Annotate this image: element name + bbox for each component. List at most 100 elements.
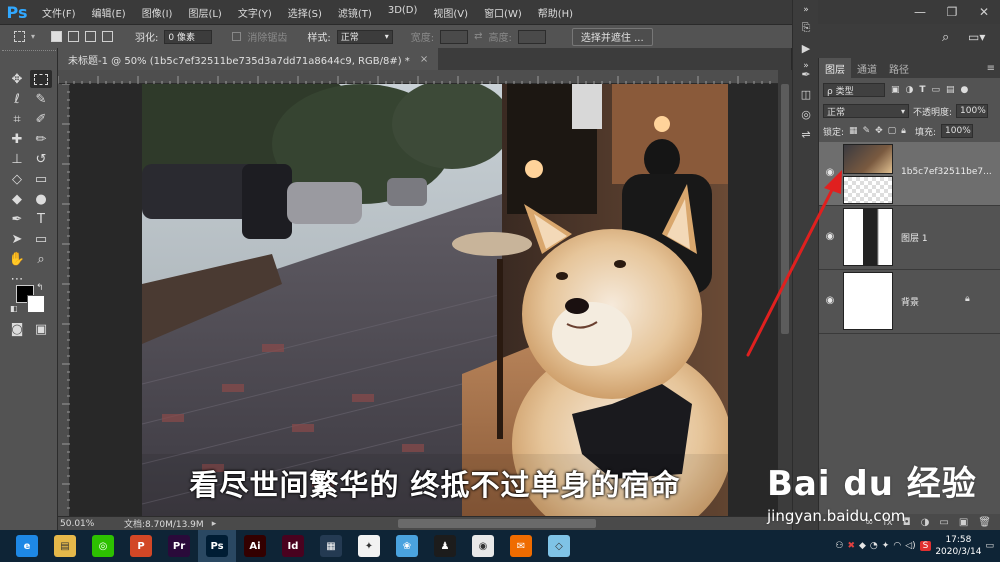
menu-item[interactable]: 滤镜(T) <box>330 5 380 20</box>
marquee-preset-icon[interactable] <box>14 31 25 42</box>
pen-tool-icon[interactable]: ✒ <box>6 210 28 228</box>
paths-settings-icon[interactable]: ⇌ <box>798 126 814 142</box>
close-button[interactable]: ✕ <box>968 0 1000 24</box>
search-icon[interactable]: ⌕ <box>942 30 949 45</box>
eraser-tool-icon[interactable]: ◇ <box>6 170 28 188</box>
taskbar-app-illustrator[interactable]: Ai <box>236 530 274 562</box>
menu-item[interactable]: 图像(I) <box>134 5 181 20</box>
tab-channels[interactable]: 通道 <box>851 58 883 78</box>
taskbar-app-qq[interactable]: ♟ <box>426 530 464 562</box>
panel-menu-icon[interactable]: ≡ <box>987 58 1000 78</box>
fill-input[interactable]: 100% <box>941 124 974 138</box>
shape-filter-icon[interactable]: ▭ <box>932 85 941 95</box>
taskbar-app-foxmail[interactable]: ✉ <box>502 530 540 562</box>
dodge-tool-icon[interactable]: ● <box>30 190 52 208</box>
people-icon[interactable]: ⚇ <box>835 541 843 551</box>
menu-item[interactable]: 编辑(E) <box>84 5 134 20</box>
menu-item[interactable]: 3D(D) <box>380 5 426 20</box>
minimize-button[interactable]: — <box>904 0 936 24</box>
new-adjustment-icon[interactable]: ◑ <box>921 517 930 528</box>
marquee-tool-icon[interactable] <box>30 70 52 88</box>
close-tab-icon[interactable]: × <box>420 54 428 65</box>
brush-tool-icon[interactable]: ✏ <box>30 130 52 148</box>
history-panel-icon[interactable]: ⎘ <box>798 20 814 36</box>
height-input[interactable] <box>517 29 546 44</box>
taskbar-app-app-bird[interactable]: ❀ <box>388 530 426 562</box>
filter-toggle-icon[interactable]: ● <box>961 85 969 95</box>
styles-panel-icon[interactable]: ◎ <box>798 106 814 122</box>
eyedropper-tool-icon[interactable]: ✐ <box>30 110 52 128</box>
style-select[interactable]: 正常 ▾ <box>336 29 393 44</box>
delete-layer-icon[interactable]: 🗑︎ <box>978 517 991 528</box>
menu-item[interactable]: 视图(V) <box>425 5 476 20</box>
chevron-down-icon[interactable]: ▾ <box>31 32 35 41</box>
taskbar-app-chrome[interactable]: ◉ <box>464 530 502 562</box>
menu-item[interactable]: 图层(L) <box>180 5 229 20</box>
link-layers-icon[interactable]: ∞ <box>865 517 873 528</box>
adjustments-panel-icon[interactable]: ✒ <box>798 66 814 82</box>
subtract-selection-icon[interactable] <box>85 31 97 42</box>
smart-object-filter-icon[interactable]: ▤ <box>946 85 955 95</box>
toolbar-grip[interactable] <box>2 50 56 54</box>
gradient-tool-icon[interactable]: ▭ <box>30 170 52 188</box>
workspace-icon[interactable]: ▭▾ <box>968 30 985 44</box>
lasso-tool-icon[interactable]: ℓ <box>6 90 28 108</box>
input-method-icon[interactable]: S <box>919 541 932 551</box>
lock-all-icon[interactable]: 🔒︎ <box>901 126 906 136</box>
quick-mask-icon[interactable]: ◙ <box>6 320 28 338</box>
zoom-level[interactable]: 50.01% <box>58 519 118 529</box>
path-selection-tool-icon[interactable]: ➤ <box>6 230 28 248</box>
lock-artboard-icon[interactable]: ▢ <box>888 126 897 136</box>
rectangle-tool-icon[interactable]: ▭ <box>30 230 52 248</box>
document-photo[interactable]: 看尽世间繁华的 终抵不过单身的宿命 <box>142 84 728 516</box>
feather-input[interactable]: 0 像素 <box>164 29 213 44</box>
zoom-tool-icon[interactable]: ⌕ <box>30 250 52 268</box>
horizontal-scroll-thumb[interactable] <box>398 519 596 528</box>
taskbar-app-premiere[interactable]: Pr <box>160 530 198 562</box>
notification-icon[interactable]: ▭ <box>985 541 994 551</box>
blur-tool-icon[interactable]: ◆ <box>6 190 28 208</box>
kind-filter-select[interactable]: ρ 类型 <box>823 83 885 97</box>
network-error-icon[interactable]: ✖ <box>847 541 855 551</box>
menu-item[interactable]: 文件(F) <box>34 5 84 20</box>
clone-stamp-tool-icon[interactable]: ⊥ <box>6 150 28 168</box>
lock-image-icon[interactable]: ✎ <box>863 126 871 136</box>
type-tool-icon[interactable]: T <box>30 210 52 228</box>
tray-app-icon[interactable]: ◔ <box>870 541 878 551</box>
clock[interactable]: 17:58 2020/3/14 <box>935 534 981 558</box>
width-input[interactable] <box>440 29 469 44</box>
taskbar-app-indesign[interactable]: Id <box>274 530 312 562</box>
pixel-filter-icon[interactable]: ▣ <box>891 85 900 95</box>
healing-brush-tool-icon[interactable]: ✚ <box>6 130 28 148</box>
screen-mode-icon[interactable]: ▣ <box>30 320 52 338</box>
history-brush-tool-icon[interactable]: ↺ <box>30 150 52 168</box>
menu-item[interactable]: 选择(S) <box>280 5 330 20</box>
taskbar-app-wechat[interactable]: ◎ <box>84 530 122 562</box>
volume-icon[interactable]: ◁) <box>905 541 915 551</box>
tray-app-icon[interactable]: ◆ <box>859 541 866 551</box>
layer-name[interactable]: 背景 <box>901 295 919 308</box>
quick-select-tool-icon[interactable]: ✎ <box>30 90 52 108</box>
hand-tool-icon[interactable]: ✋ <box>6 250 28 268</box>
tab-layers[interactable]: 图层 <box>819 58 851 78</box>
status-menu-icon[interactable]: ▸ <box>212 519 217 529</box>
menu-item[interactable]: 窗口(W) <box>476 5 530 20</box>
taskbar-app-powerpoint[interactable]: P <box>122 530 160 562</box>
layer-name[interactable]: 1b5c7ef32511be7... <box>901 167 992 177</box>
background-color-swatch[interactable] <box>27 295 45 313</box>
blend-mode-select[interactable]: 正常 ▾ <box>823 104 909 118</box>
lock-position-icon[interactable]: ✥ <box>875 126 883 136</box>
document-size-info[interactable]: 文档:8.70M/13.9M <box>118 517 204 530</box>
layer-name[interactable]: 图层 1 <box>901 231 928 244</box>
add-mask-icon[interactable]: ◘ <box>903 517 911 528</box>
swap-colors-icon[interactable]: ↰ <box>36 283 44 293</box>
opacity-input[interactable]: 100% <box>956 104 989 118</box>
taskbar-app-photoshop[interactable]: Ps <box>198 530 236 562</box>
restore-button[interactable]: ❐ <box>936 0 968 24</box>
properties-panel-icon[interactable]: ◫ <box>798 86 814 102</box>
default-colors-icon[interactable]: ◧ <box>10 304 18 313</box>
adjustment-filter-icon[interactable]: ◑ <box>906 85 914 95</box>
new-group-icon[interactable]: ▭ <box>939 517 948 528</box>
taskbar-app-file-explorer[interactable]: ▤ <box>46 530 84 562</box>
actions-panel-icon[interactable]: ▶ <box>798 40 814 56</box>
